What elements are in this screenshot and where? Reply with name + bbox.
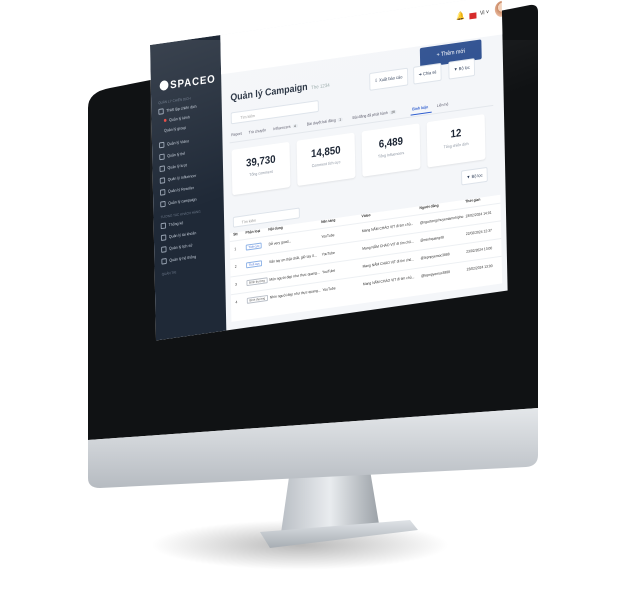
- sidebar-group-label: QUẢN LÝ CHIẾN DỊCH: [158, 96, 191, 106]
- row-stt: 3: [235, 282, 237, 287]
- active-tab-indicator: [410, 111, 432, 116]
- row-user: @minhquang48: [420, 235, 444, 243]
- column-header: Nội dung: [268, 225, 283, 232]
- row-platform: YouTube: [321, 233, 335, 239]
- row-content: Món người đẹp như thực quang...: [269, 270, 320, 282]
- sidebar-item-reseller[interactable]: Quản lý Reseller: [159, 185, 194, 196]
- column-header: Phân loại: [245, 228, 261, 235]
- sidebar-item-channel[interactable]: Quản lý kênh: [163, 114, 190, 123]
- history-icon: [161, 246, 167, 253]
- flag-icon: [469, 12, 477, 20]
- row-user: @tepnpyemoc3888: [420, 252, 450, 261]
- sidebar-item-video[interactable]: Quản lý Video: [159, 138, 189, 149]
- column-header: Người đăng: [419, 203, 439, 211]
- tab-post-review[interactable]: Bài duyệt bài đăng 1: [307, 116, 343, 126]
- row-video: Mang NẤM CHÁO VỊT đi tìm chủ...: [362, 239, 414, 251]
- screen: SPACEO QUẢN LÝ CHIẾN DỊCH Thiết lập chiế…: [150, 0, 508, 341]
- language-select[interactable]: Vi ˅: [480, 10, 489, 17]
- tab-comments[interactable]: Bình luận: [412, 104, 428, 111]
- row-time: 23/02/2024 13:00: [466, 263, 493, 272]
- row-stt: 4: [235, 300, 238, 305]
- sidebar-item-campaign-setup[interactable]: Thiết lập chiến dịch: [158, 104, 197, 115]
- row-video: Mang NẤM CHÁO VỊT đi tìm chủ...: [361, 221, 414, 234]
- tab-report[interactable]: Report: [231, 131, 242, 137]
- sidebar-item-group[interactable]: Quản lý group: [164, 125, 186, 133]
- sidebar-item-tag[interactable]: Quản lý thẻ: [159, 151, 185, 161]
- users-icon: [159, 189, 166, 196]
- sentiment-tag: Tích cực: [245, 242, 263, 251]
- tab-chat[interactable]: Trò chuyện: [249, 127, 267, 134]
- sidebar-item-history[interactable]: Quản lý lịch sử: [161, 242, 193, 253]
- stat-card: 14,850 Comment tích cực: [296, 132, 356, 187]
- logo: SPACEO: [159, 73, 216, 93]
- list-icon: [159, 165, 165, 173]
- bell-icon[interactable]: 🔔: [456, 11, 465, 21]
- tab-published-posts[interactable]: Bài đăng đã phát hành 28: [352, 109, 397, 120]
- sidebar-item-campaign[interactable]: Quản lý campaign: [160, 196, 197, 208]
- stat-card: 6,489 Tổng Influencers: [361, 123, 421, 177]
- sidebar: SPACEO QUẢN LÝ CHIẾN DỊCH Thiết lập chiế…: [150, 35, 227, 341]
- chart-icon: [160, 222, 167, 230]
- row-time: 22/02/2024 12:37: [465, 228, 492, 237]
- settings-icon: [161, 257, 167, 265]
- row-stt: 2: [234, 264, 237, 270]
- sidebar-item-account[interactable]: Quản lý tài khoản: [160, 230, 196, 241]
- share-button[interactable]: ➜ Chia sẻ: [413, 62, 442, 85]
- row-content: Vấn tay ơn thật chất, giữ tay ít...: [268, 253, 317, 265]
- filter-button[interactable]: ▼ Bộ lọc: [448, 58, 476, 80]
- row-content: Nhìn người đẹp như thực quang...: [269, 288, 321, 300]
- stat-card: 12 Tổng chiến dịch: [426, 113, 486, 168]
- user-icon: [159, 177, 166, 184]
- sentiment-tag: Tích cực: [246, 260, 263, 269]
- row-video: Mang NẤM CHÁO VỊT đi tìm chủ...: [362, 257, 415, 269]
- account-icon: [160, 234, 167, 241]
- row-stt: 1: [234, 247, 237, 252]
- row-content: Dễ very good...: [268, 239, 292, 247]
- row-user: @ngoctongchuyentamnhipho: [419, 214, 464, 225]
- tab-influencers[interactable]: Influencers 4: [273, 123, 298, 131]
- tab-contact[interactable]: Liên hệ: [437, 101, 449, 108]
- column-header: Thời gian: [465, 197, 481, 204]
- row-platform: YouTube: [321, 250, 335, 257]
- sentiment-tag: Bình thường: [246, 277, 268, 287]
- sidebar-item-turn[interactable]: Quản lý lượt: [159, 162, 188, 173]
- stat-card: 39,730 Tổng comment: [231, 141, 291, 196]
- folder-icon: [158, 108, 164, 115]
- row-time: 23/02/2024 13:00: [466, 246, 493, 254]
- page-subtitle: The 1234: [311, 82, 330, 92]
- video-icon: [159, 141, 165, 149]
- active-dot-icon: [163, 118, 167, 123]
- sentiment-tag: Bình thường: [246, 294, 268, 304]
- sidebar-group-label: QUẢN TRỊ: [161, 270, 177, 277]
- sidebar-group-label: TƯƠNG TÁC KHÁCH HÀNG: [160, 209, 201, 220]
- row-user: @tepnpyemoc3888: [420, 270, 450, 279]
- row-video: Mang NẤM CHÁO VỊT đi tìm chủ...: [362, 275, 415, 287]
- row-platform: YouTube: [322, 268, 336, 275]
- column-header: Stt: [233, 232, 238, 237]
- logo-icon: [159, 79, 169, 92]
- row-time: 23/02/2024 14:01: [465, 210, 492, 219]
- sidebar-item-system[interactable]: Quản lý hệ thống: [161, 254, 196, 265]
- sidebar-item-stats[interactable]: Thống kê: [160, 220, 184, 230]
- megaphone-icon: [160, 200, 166, 208]
- tag-icon: [159, 153, 165, 161]
- column-header: Video: [361, 213, 371, 219]
- column-header: Nền tảng: [321, 218, 336, 225]
- logo-text: SPACEO: [170, 73, 216, 92]
- sidebar-item-influencer[interactable]: Quản lý Influencer: [159, 173, 197, 184]
- export-button[interactable]: ⇩ Xuất báo cáo: [369, 67, 408, 91]
- table-filter-button[interactable]: ▼ Bộ lọc: [461, 166, 488, 186]
- row-platform: YouTube: [322, 286, 336, 293]
